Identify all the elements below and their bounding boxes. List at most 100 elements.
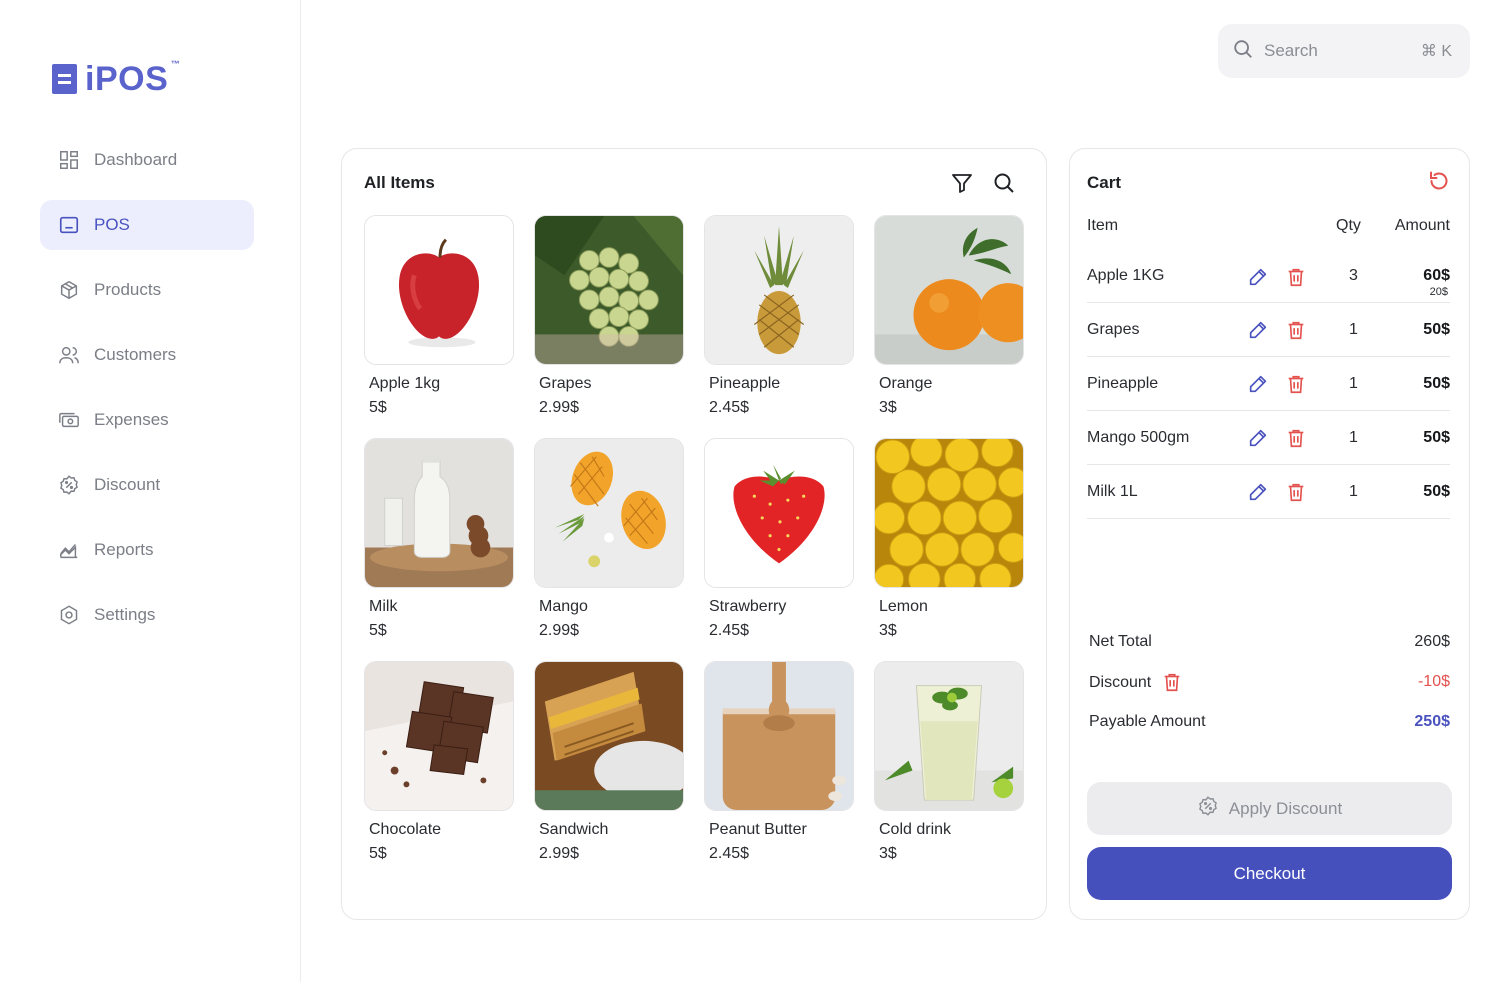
product-card-strawberry[interactable]: Strawberry 2.45$ <box>704 438 854 661</box>
filter-icon[interactable] <box>950 171 974 195</box>
product-name: Milk <box>369 598 398 615</box>
sidebar-nav: Dashboard POS Products Customers Expense… <box>40 135 254 655</box>
product-card-orange[interactable]: Orange 3$ <box>874 215 1024 438</box>
cart-title: Cart <box>1087 173 1122 192</box>
product-price: 5$ <box>369 622 387 639</box>
edit-icon[interactable] <box>1247 319 1269 341</box>
apply-discount-button[interactable]: Apply Discount <box>1087 782 1452 835</box>
sidebar-item-label: Discount <box>94 475 161 494</box>
sidebar-item-customers[interactable]: Customers <box>40 330 254 380</box>
chocolate-image <box>364 661 514 811</box>
sidebar-item-label: Dashboard <box>94 150 178 169</box>
items-panel-title: All Items <box>364 173 435 192</box>
items-search-icon[interactable] <box>992 171 1016 195</box>
grapes-image <box>534 215 684 365</box>
edit-icon[interactable] <box>1247 266 1269 288</box>
sidebar-item-dashboard[interactable]: Dashboard <box>40 135 254 185</box>
cart-row: Mango 500gm 1 50$ <box>1087 411 1450 465</box>
product-card-chocolate[interactable]: Chocolate 5$ <box>364 661 514 884</box>
col-amount: Amount <box>1394 217 1450 234</box>
product-card-sandwich[interactable]: Sandwich 2.99$ <box>534 661 684 884</box>
logo-trademark: ™ <box>170 59 181 69</box>
edit-icon[interactable] <box>1247 481 1269 503</box>
global-search[interactable]: ⌘ K <box>1218 24 1470 78</box>
cart-item-name: Milk 1L <box>1087 483 1138 500</box>
cash-icon <box>58 409 80 431</box>
checkout-button[interactable]: Checkout <box>1087 847 1452 900</box>
product-price: 5$ <box>369 845 387 862</box>
cart-item-qty: 1 <box>1349 429 1358 446</box>
box-icon <box>58 279 80 301</box>
sidebar-item-label: Customers <box>94 345 177 364</box>
cart-item-amount: 50$ <box>1423 375 1450 392</box>
trash-icon[interactable] <box>1285 481 1307 503</box>
sidebar-item-discount[interactable]: Discount <box>40 460 254 510</box>
trash-icon[interactable] <box>1285 319 1307 341</box>
sidebar-item-settings[interactable]: Settings <box>40 590 254 640</box>
product-name: Pineapple <box>709 375 781 392</box>
payable-row: Payable Amount 250$ <box>1089 713 1450 753</box>
mango-image <box>534 438 684 588</box>
sidebar-item-reports[interactable]: Reports <box>40 525 254 575</box>
cart-item-amount: 50$ <box>1423 321 1450 338</box>
pos-icon <box>58 214 80 236</box>
apple-image <box>364 215 514 365</box>
cart-row: Pineapple 1 50$ <box>1087 357 1450 411</box>
sidebar-item-label: Settings <box>94 605 156 624</box>
cart-item-qty: 3 <box>1349 267 1358 284</box>
chart-icon <box>58 539 80 561</box>
product-price: 2.99$ <box>539 399 580 416</box>
sidebar-item-label: Products <box>94 280 162 299</box>
remove-discount-trash-icon[interactable] <box>1161 671 1183 693</box>
search-icon <box>1232 38 1254 65</box>
logo-text: iPOS ™ <box>85 60 180 97</box>
pineapple-image <box>704 215 854 365</box>
sidebar-item-expenses[interactable]: Expenses <box>40 395 254 445</box>
sidebar-item-label: Reports <box>94 540 154 559</box>
sidebar-item-pos[interactable]: POS <box>40 200 254 250</box>
product-card-mango[interactable]: Mango 2.99$ <box>534 438 684 661</box>
trash-icon[interactable] <box>1285 427 1307 449</box>
product-price: 5$ <box>369 399 387 416</box>
product-card-apple[interactable]: Apple 1kg 5$ <box>364 215 514 438</box>
product-card-grapes[interactable]: Grapes 2.99$ <box>534 215 684 438</box>
cart-item-name: Pineapple <box>1087 375 1159 392</box>
discount-icon <box>58 474 80 496</box>
cart-item-name: Grapes <box>1087 321 1140 338</box>
product-card-pineapple[interactable]: Pineapple 2.45$ <box>704 215 854 438</box>
product-card-milk[interactable]: Milk 5$ <box>364 438 514 661</box>
product-name: Apple 1kg <box>369 375 441 392</box>
discount-label: Discount <box>1089 674 1152 691</box>
orange-image <box>874 215 1024 365</box>
trash-icon[interactable] <box>1285 373 1307 395</box>
product-grid: Apple 1kg 5$ Grapes 2.99$ Pineapple 2.45… <box>364 215 1024 884</box>
trash-icon[interactable] <box>1285 266 1307 288</box>
col-item: Item <box>1087 217 1119 234</box>
cart-row: Grapes 1 50$ <box>1087 303 1450 357</box>
logo: iPOS ™ <box>52 60 180 97</box>
search-input[interactable] <box>1264 41 1411 61</box>
cart-item-amount: 50$ <box>1423 429 1450 446</box>
peanut-butter-image <box>704 661 854 811</box>
edit-icon[interactable] <box>1247 427 1269 449</box>
items-panel-tools <box>950 171 1016 195</box>
cart-item-name: Mango 500gm <box>1087 429 1190 446</box>
dashboard-icon <box>58 149 80 171</box>
logo-mark-icon <box>52 64 77 94</box>
reset-icon[interactable] <box>1427 169 1451 193</box>
net-total-row: Net Total 260$ <box>1089 633 1450 673</box>
sidebar-item-products[interactable]: Products <box>40 265 254 315</box>
product-price: 2.45$ <box>709 399 750 416</box>
sandwich-image <box>534 661 684 811</box>
product-card-cold-drink[interactable]: Cold drink 3$ <box>874 661 1024 884</box>
product-card-lemon[interactable]: Lemon 3$ <box>874 438 1024 661</box>
cart-item-amount: 60$ <box>1423 267 1450 284</box>
product-name: Chocolate <box>369 821 442 838</box>
edit-icon[interactable] <box>1247 373 1269 395</box>
payable-value: 250$ <box>1414 713 1450 730</box>
settings-icon <box>58 604 80 626</box>
discount-label-group: Discount <box>1089 673 1183 693</box>
product-price: 3$ <box>879 845 897 862</box>
product-card-peanut-butter[interactable]: Peanut Butter 2.45$ <box>704 661 854 884</box>
discount-value: -10$ <box>1417 673 1450 690</box>
